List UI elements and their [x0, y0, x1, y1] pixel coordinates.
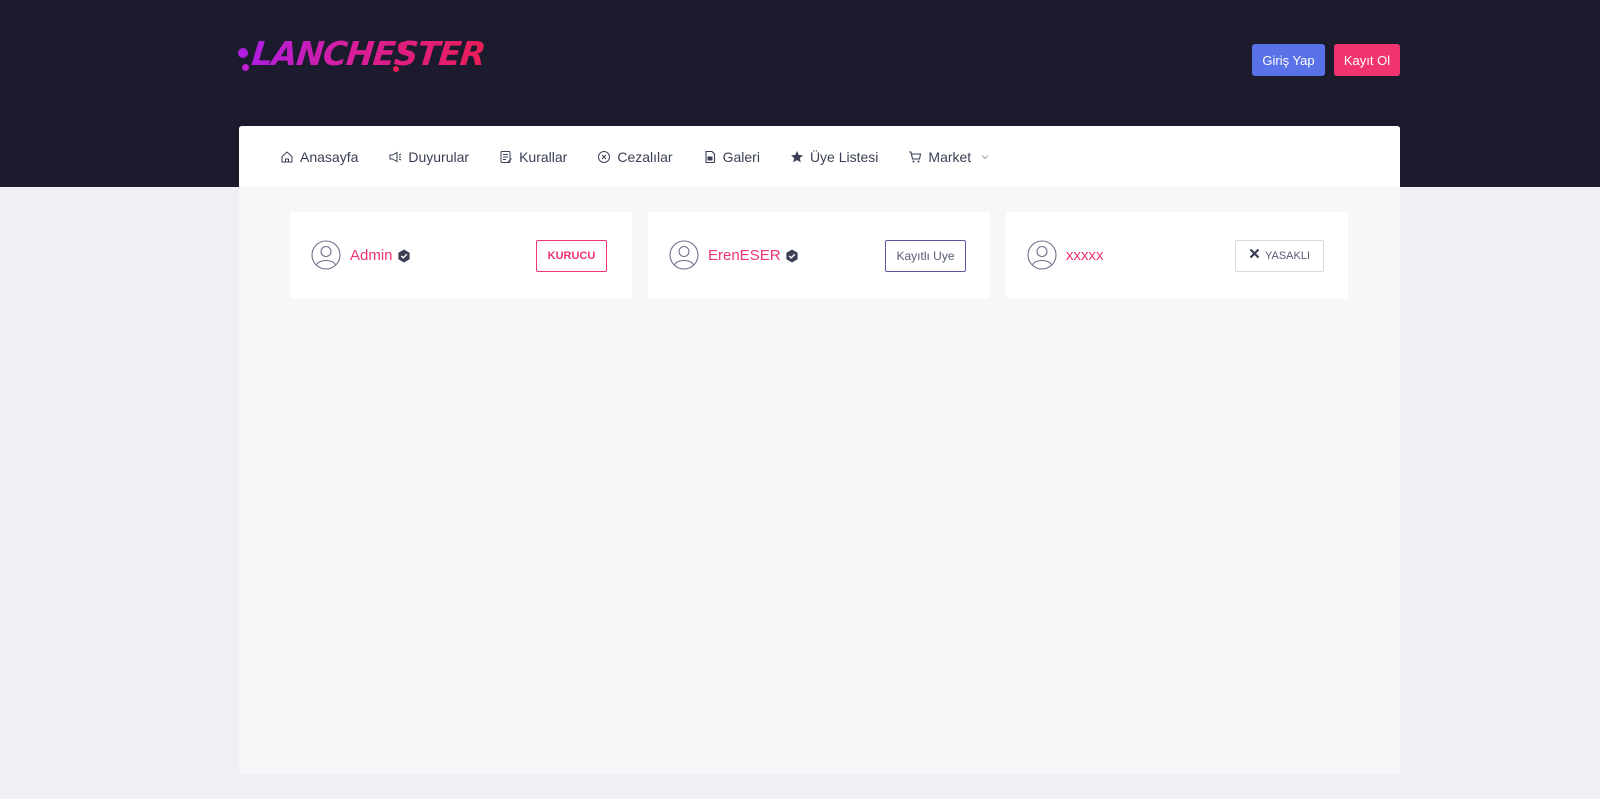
nav-item-galeri[interactable]: Galeri [703, 149, 760, 165]
chevron-down-icon [981, 154, 989, 159]
member-name[interactable]: ErenESER [708, 247, 799, 264]
nav-item-anasayfa[interactable]: Anasayfa [280, 149, 358, 165]
nav-item-label: Duyurular [408, 148, 470, 165]
member-name[interactable]: Admin [350, 247, 411, 264]
nav-item-label: Anasayfa [300, 148, 359, 165]
home-icon [281, 150, 293, 162]
user-avatar-icon [669, 240, 699, 270]
nav-item-duyurular[interactable]: Duyurular [388, 149, 469, 165]
nav-item-label: Cezalılar [617, 148, 673, 165]
member-card[interactable]: Admin KURUCU [290, 212, 632, 299]
site-logo[interactable]: LANCHESTER [238, 30, 487, 82]
nav-item-label: Kurallar [519, 148, 568, 165]
rules-icon [500, 150, 512, 163]
member-name-text: xxxxx [1066, 247, 1104, 264]
role-badge: YASAKLI [1235, 240, 1324, 272]
verified-badge-icon [397, 249, 410, 262]
register-button[interactable]: Kayıt Ol [1334, 44, 1400, 76]
nav-item-uye-listesi[interactable]: Üye Listesi [790, 149, 878, 165]
role-badge-text: YASAKLI [1264, 250, 1311, 262]
member-card[interactable]: ErenESER Kayıtlı Uye [648, 212, 990, 299]
nav-item-market[interactable]: Market [908, 149, 990, 165]
banned-x-icon [1249, 248, 1260, 258]
member-name-text: ErenESER [708, 247, 781, 264]
login-button[interactable]: Giriş Yap [1252, 44, 1325, 76]
verified-badge-icon [785, 249, 798, 262]
member-list: Admin KURUCU ErenESER Kayıtlı Uye xxxxx … [290, 212, 1348, 299]
role-badge: KURUCU [536, 240, 607, 272]
nav-item-label: Galeri [722, 148, 760, 165]
logo-splash [238, 48, 248, 58]
nav-item-label: Market [928, 148, 972, 165]
gallery-icon [705, 150, 715, 163]
logo-wordmark: LANCHESTER [249, 34, 487, 73]
cart-icon [909, 150, 922, 162]
nav-item-kurallar[interactable]: Kurallar [499, 149, 567, 165]
megaphone-icon [389, 151, 402, 162]
nav-item-label: Üye Listesi [809, 148, 879, 165]
member-name-text: Admin [350, 247, 393, 264]
member-name[interactable]: xxxxx [1066, 247, 1104, 264]
role-badge: Kayıtlı Uye [885, 240, 966, 272]
logo-splash [242, 64, 249, 71]
main-nav: Anasayfa Duyurular Kurallar Cezalılar Ga… [239, 126, 1400, 187]
star-icon [790, 150, 803, 162]
user-avatar-icon [1027, 240, 1057, 270]
user-avatar-icon [311, 240, 341, 270]
member-card[interactable]: xxxxx YASAKLI [1006, 212, 1348, 299]
nav-item-cezalilar[interactable]: Cezalılar [597, 148, 673, 165]
circle-x-icon [598, 150, 611, 163]
main-content: Anasayfa Duyurular Kurallar Cezalılar Ga… [239, 126, 1400, 774]
